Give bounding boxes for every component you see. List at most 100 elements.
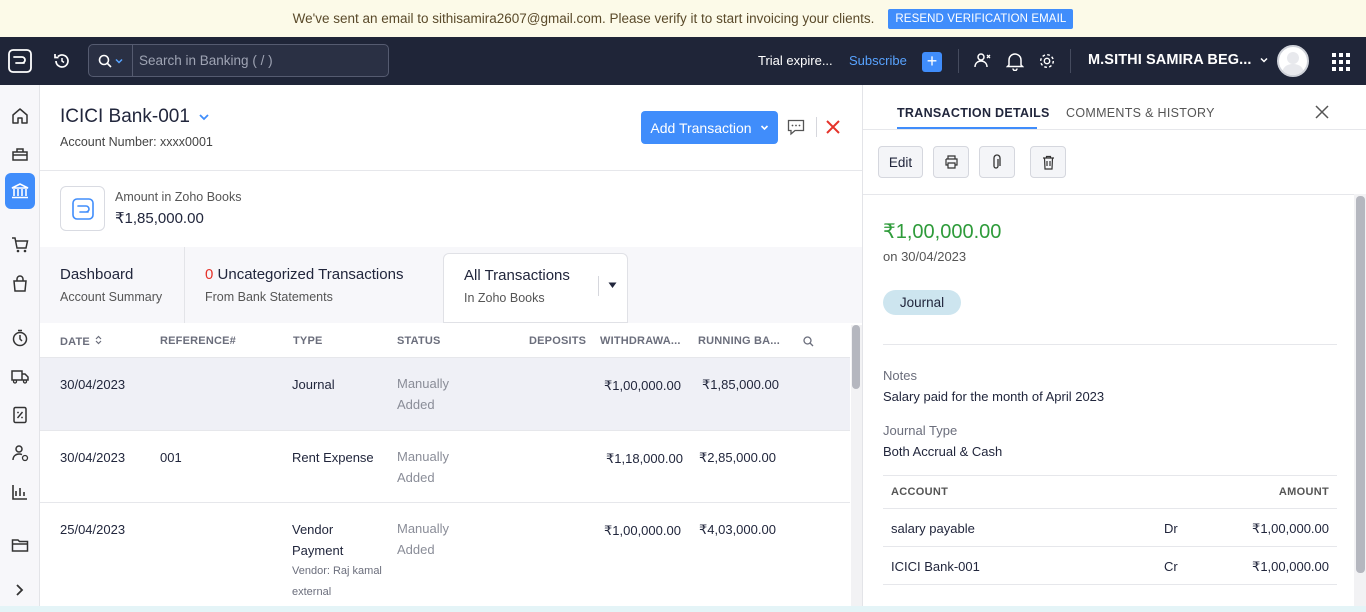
panel-scrollbar[interactable] (1354, 194, 1366, 612)
account-number: Account Number: xxxx0001 (60, 135, 213, 149)
banking-icon[interactable] (5, 173, 35, 209)
scrollbar-thumb[interactable] (1356, 196, 1365, 573)
quick-create-button[interactable]: + (922, 52, 942, 72)
tab-title: Dashboard (60, 266, 134, 283)
chevron-down-icon (760, 125, 768, 131)
divider (958, 49, 959, 73)
tab-all-transactions[interactable]: All Transactions In Zoho Books (443, 253, 628, 323)
documents-icon[interactable] (0, 530, 40, 560)
expand-sidebar-icon[interactable] (0, 575, 40, 605)
search-icon[interactable] (803, 336, 814, 347)
caret-down-icon[interactable] (608, 282, 617, 289)
trial-status[interactable]: Trial expire... (758, 53, 833, 68)
row-type: Journal (292, 377, 335, 392)
tab-comments-history[interactable]: COMMENTS & HISTORY (1066, 106, 1215, 120)
top-navbar: Trial expire... Subscribe + M.SITHI SAMI… (0, 37, 1366, 85)
print-button[interactable] (933, 146, 969, 178)
table-row[interactable]: 25/04/2023 Vendor Payment Vendor: Raj ka… (40, 503, 850, 612)
home-icon[interactable] (0, 101, 40, 131)
notifications-bell-icon[interactable] (1005, 51, 1025, 74)
row-status-line2: Added (397, 470, 435, 485)
tab-subtitle: Account Summary (60, 290, 163, 304)
row-withdrawal: ₹1,00,000.00 (604, 378, 681, 393)
tab-transaction-details[interactable]: TRANSACTION DETAILS (897, 106, 1050, 120)
row-date: 25/04/2023 (60, 522, 126, 537)
search-input[interactable] (133, 53, 373, 68)
recent-history-icon[interactable] (52, 51, 72, 74)
view-tabs: Dashboard Account Summary 0 Uncategorize… (40, 247, 862, 323)
chevron-down-icon (115, 58, 123, 64)
col-date[interactable]: DATE (60, 335, 102, 348)
tab-uncategorized[interactable]: 0 Uncategorized Transactions From Bank S… (185, 247, 443, 323)
col-deposits[interactable]: DEPOSITS (529, 335, 586, 347)
scrollbar-thumb[interactable] (852, 325, 860, 389)
resend-verification-button[interactable]: RESEND VERIFICATION EMAIL (888, 8, 1074, 29)
table-row[interactable]: 30/04/2023 Journal Manually Added ₹1,00,… (40, 358, 850, 431)
tab-dashboard[interactable]: Dashboard Account Summary (40, 247, 185, 323)
notes-value: Salary paid for the month of April 2023 (883, 389, 1105, 404)
chat-icon[interactable] (787, 119, 805, 139)
gst-filing-icon[interactable] (0, 400, 40, 430)
divider (40, 170, 862, 171)
search-filter-dropdown[interactable] (89, 45, 133, 76)
col-label: DATE (60, 336, 90, 348)
journal-row: ICICI Bank-001 Cr ₹1,00,000.00 (883, 547, 1337, 585)
sales-icon[interactable] (0, 230, 40, 260)
printer-icon (944, 155, 958, 169)
col-amount: AMOUNT (1278, 486, 1329, 498)
journal-row: salary payable Dr ₹1,00,000.00 (883, 509, 1337, 547)
zoho-books-logo[interactable] (0, 37, 40, 85)
organization-switcher[interactable]: M.SITHI SAMIRA BEG... (1088, 52, 1268, 68)
row-status: Manually (397, 376, 450, 391)
col-withdrawals[interactable]: WITHDRAWA... (600, 335, 681, 347)
account-selector[interactable]: ICICI Bank-001 (60, 106, 210, 128)
time-tracking-icon[interactable] (0, 323, 40, 353)
eway-bill-icon[interactable] (0, 361, 40, 391)
accountant-icon[interactable] (0, 438, 40, 468)
app-grid-icon[interactable] (1332, 53, 1350, 74)
col-running-balance[interactable]: RUNNING BA... (698, 335, 780, 347)
transaction-type-badge: Journal (883, 290, 961, 315)
col-reference[interactable]: REFERENCE# (160, 335, 236, 347)
chevron-down-icon (1260, 57, 1268, 63)
add-transaction-button[interactable]: Add Transaction (641, 111, 778, 144)
bank-logo-icon (60, 186, 105, 231)
attach-button[interactable] (979, 146, 1015, 178)
close-icon[interactable] (1315, 105, 1329, 122)
purchases-icon[interactable] (0, 269, 40, 299)
settings-gear-icon[interactable] (1038, 51, 1056, 74)
row-status: Manually (397, 449, 450, 464)
row-status: Manually (397, 521, 450, 536)
journal-amount: ₹1,00,000.00 (1252, 559, 1329, 574)
items-icon[interactable] (0, 139, 40, 169)
refer-friend-icon[interactable] (973, 51, 993, 74)
add-transaction-label: Add Transaction (650, 119, 752, 136)
journal-type-value: Both Accrual & Cash (883, 444, 1003, 459)
banner-message: We've sent an email to sithisamira2607@g… (292, 11, 875, 26)
col-status[interactable]: STATUS (397, 335, 441, 347)
reports-icon[interactable] (0, 477, 40, 507)
row-running-balance: ₹2,85,000.00 (699, 450, 776, 465)
search-box[interactable] (88, 44, 389, 77)
journal-side: Cr (1164, 559, 1178, 574)
close-icon[interactable] (825, 119, 841, 138)
chevron-down-icon (199, 114, 209, 121)
delete-button[interactable] (1030, 146, 1066, 178)
col-type[interactable]: TYPE (293, 335, 323, 347)
row-type: Rent Expense (292, 450, 374, 465)
transaction-details-panel: TRANSACTION DETAILS COMMENTS & HISTORY E… (862, 85, 1366, 612)
transaction-date: on 30/04/2023 (883, 249, 967, 264)
row-withdrawal: ₹1,00,000.00 (604, 523, 681, 538)
table-scrollbar[interactable] (851, 325, 862, 612)
verification-banner: We've sent an email to sithisamira2607@g… (0, 0, 1366, 37)
journal-account: salary payable (891, 521, 975, 536)
edit-button[interactable]: Edit (878, 146, 923, 178)
subscribe-link[interactable]: Subscribe (849, 53, 907, 68)
avatar[interactable] (1277, 45, 1309, 77)
row-date: 30/04/2023 (60, 377, 126, 392)
table-row[interactable]: 30/04/2023 001 Rent Expense Manually Add… (40, 431, 850, 503)
sort-icon (95, 335, 102, 345)
tab-title: All Transactions (464, 267, 570, 284)
paperclip-icon (993, 154, 1001, 169)
journal-side: Dr (1164, 521, 1178, 536)
